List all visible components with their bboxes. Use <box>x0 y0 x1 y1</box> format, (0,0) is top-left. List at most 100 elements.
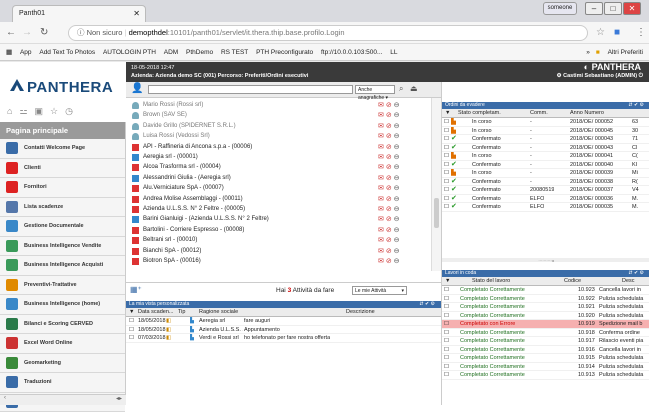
block-icon[interactable]: ⊘ <box>386 196 394 203</box>
panel-controls-icon[interactable]: ⇵ ✔ ⚙ <box>628 270 644 277</box>
row-checkbox[interactable]: ☐ <box>444 195 449 204</box>
sidebar-item[interactable]: Traduzioni <box>0 373 125 393</box>
col-header[interactable]: Codice <box>564 277 581 286</box>
add-activity-icon[interactable]: ✉ <box>378 164 386 171</box>
work-row[interactable]: ☐Completato Correttamente10.915Pulizia s… <box>442 354 649 363</box>
contact-row[interactable]: Davide Grillo (SPIDERNET S.R.L.)✉ ⊘ ⊖ <box>126 122 431 131</box>
order-row[interactable]: ☐▙In corso-2018/OE/ 00005263 <box>442 118 649 127</box>
row-checkbox[interactable]: ☐ <box>444 337 449 346</box>
minimize-icon[interactable]: – <box>585 2 603 15</box>
info-icon[interactable]: ⓘ <box>77 28 87 37</box>
filter-icon[interactable]: ▼ <box>129 308 134 317</box>
bookmark[interactable]: Add Text To Photos <box>39 44 95 61</box>
work-row[interactable]: ☐Completato Correttamente10.918Conferma … <box>442 329 649 338</box>
add-contact-icon[interactable]: 👤 <box>131 83 143 94</box>
contacts-search-input[interactable] <box>148 85 353 94</box>
remove-icon[interactable]: ⊖ <box>394 258 400 265</box>
add-activity-icon[interactable]: ✉ <box>378 112 386 119</box>
row-checkbox[interactable]: ☐ <box>444 135 449 144</box>
add-activity-icon[interactable]: ✉ <box>378 175 386 182</box>
block-icon[interactable]: ⊘ <box>386 175 394 182</box>
remove-icon[interactable]: ⊖ <box>394 237 400 244</box>
bookmark[interactable]: PthDemo <box>186 44 213 61</box>
contact-row[interactable]: Alu.Verniciature SpA - (00007)✉ ⊘ ⊖ <box>126 184 431 193</box>
block-icon[interactable]: ⊘ <box>386 144 394 151</box>
profile-button[interactable]: someone <box>543 2 577 15</box>
forward-icon[interactable]: → <box>22 27 32 38</box>
activity-row[interactable]: ☐◧18/05/2018▙Azienda U.L.S.S. ...Appunta… <box>126 326 441 335</box>
sidebar-item[interactable]: Lista scadenze <box>0 198 125 218</box>
add-activity-icon[interactable]: ✉ <box>378 123 386 130</box>
order-row[interactable]: ☐✔Confermato-2018/OE/ 000040KI <box>442 161 649 170</box>
col-header[interactable]: Comm. <box>530 109 548 118</box>
bookmarks-more-button[interactable]: » <box>586 44 590 61</box>
bookmark[interactable]: ftp://10.0.0.103:500... <box>321 44 382 61</box>
order-row[interactable]: ☐✔Confermato-2018/OE/ 000043Cl <box>442 144 649 153</box>
contacts-scrollbar[interactable] <box>431 98 441 271</box>
col-header[interactable]: Anno Numero <box>570 109 604 118</box>
sidebar-item[interactable]: Business Intelligence (home) <box>0 295 125 315</box>
block-icon[interactable]: ⊘ <box>386 154 394 161</box>
contacts-filter-select[interactable]: Anche anagrafiche ▾ <box>355 85 395 94</box>
add-activity-icon[interactable]: ✉ <box>378 196 386 203</box>
remove-icon[interactable]: ⊖ <box>394 144 400 151</box>
bookmark[interactable]: PTH Preconfigurato <box>256 44 313 61</box>
add-activity-icon[interactable]: ✉ <box>378 216 386 223</box>
row-checkbox[interactable]: ☐ <box>129 334 134 343</box>
block-icon[interactable]: ⊘ <box>386 227 394 234</box>
bookmark[interactable]: RS TEST <box>221 44 248 61</box>
contact-row[interactable]: Bianchi SpA - (00012)✉ ⊘ ⊖ <box>126 247 431 256</box>
col-header[interactable]: Stato del lavoro <box>472 277 510 286</box>
work-row[interactable]: ☐Completato Correttamente10.916Cancella … <box>442 346 649 355</box>
order-row[interactable]: ☐▙In corso-2018/OE/ 00004530 <box>442 127 649 136</box>
row-checkbox[interactable]: ☐ <box>129 317 134 326</box>
col-header[interactable]: Stato completam. <box>458 109 501 118</box>
col-header[interactable]: Desc <box>622 277 635 286</box>
url-input[interactable]: ⓘ Non sicuro | demopthdel:10101/panth01/… <box>68 25 588 41</box>
row-checkbox[interactable]: ☐ <box>444 303 449 312</box>
contact-row[interactable]: Azienda U.L.S.S. N° 2 Feltre - (00005)✉ … <box>126 205 431 214</box>
remove-icon[interactable]: ⊖ <box>394 196 400 203</box>
order-row[interactable]: ☐✔ConfermatoELFO2018/OE/ 000036M. <box>442 195 649 204</box>
sidebar-item[interactable]: Clienti <box>0 159 125 179</box>
add-activity-icon[interactable]: ✉ <box>378 133 386 140</box>
add-activity-icon[interactable]: ✉ <box>378 102 386 109</box>
remove-icon[interactable]: ⊖ <box>394 164 400 171</box>
window-icon[interactable]: ▣ <box>35 106 44 116</box>
block-icon[interactable]: ⊘ <box>386 185 394 192</box>
menu-icon[interactable]: ⋮ <box>636 27 646 38</box>
order-row[interactable]: ☐✔Confermato-2018/OE/ 00004371 <box>442 135 649 144</box>
panel-controls-icon[interactable]: ⇵ ✔ ⚙ <box>628 102 644 109</box>
eject-icon[interactable]: ⏏ <box>410 84 418 93</box>
add-activity-icon[interactable]: ✉ <box>378 237 386 244</box>
remove-icon[interactable]: ⊖ <box>394 216 400 223</box>
add-activity-icon[interactable]: ✉ <box>378 144 386 151</box>
remove-icon[interactable]: ⊖ <box>394 112 400 119</box>
reload-icon[interactable]: ↻ <box>40 27 48 38</box>
row-checkbox[interactable]: ☐ <box>444 295 449 304</box>
other-bookmarks[interactable]: ■ Altri Preferiti <box>596 44 643 61</box>
col-header[interactable]: Data scaden... <box>138 308 173 317</box>
bookmark-apps[interactable]: ▦ App <box>6 44 32 61</box>
remove-icon[interactable]: ⊖ <box>394 102 400 109</box>
maximize-icon[interactable]: □ <box>604 2 622 15</box>
block-icon[interactable]: ⊘ <box>386 133 394 140</box>
scroll-thumb[interactable] <box>434 198 439 228</box>
block-icon[interactable]: ⊘ <box>386 123 394 130</box>
activities-filter-select[interactable]: Le mie Attività▾ <box>352 286 407 295</box>
back-icon[interactable]: ← <box>6 27 16 38</box>
filter-icon[interactable]: ▼ <box>445 277 450 286</box>
work-row[interactable]: ☐Completato Correttamente10.914Pulizia s… <box>442 363 649 372</box>
order-row[interactable]: ☐▙In corso-2018/OE/ 000041C( <box>442 152 649 161</box>
browser-tab[interactable]: Panth01 ✕ <box>12 5 146 22</box>
history-icon[interactable]: ◷ <box>65 106 73 116</box>
contact-row[interactable]: Andrea Molise Assemblaggi - (00011)✉ ⊘ ⊖ <box>126 195 431 204</box>
order-row[interactable]: ☐✔Confermato-2018/OE/ 000038R( <box>442 178 649 187</box>
contact-row[interactable]: Luisa Rossi (Vedossi Srl)✉ ⊘ ⊖ <box>126 132 431 141</box>
order-row[interactable]: ☐▙In corso-2018/OE/ 000039Mi <box>442 169 649 178</box>
block-icon[interactable]: ⊘ <box>386 112 394 119</box>
row-checkbox[interactable]: ☐ <box>444 178 449 187</box>
row-checkbox[interactable]: ☐ <box>129 326 134 335</box>
contact-row[interactable]: Beltrani srl - (00010)✉ ⊘ ⊖ <box>126 236 431 245</box>
remove-icon[interactable]: ⊖ <box>394 133 400 140</box>
